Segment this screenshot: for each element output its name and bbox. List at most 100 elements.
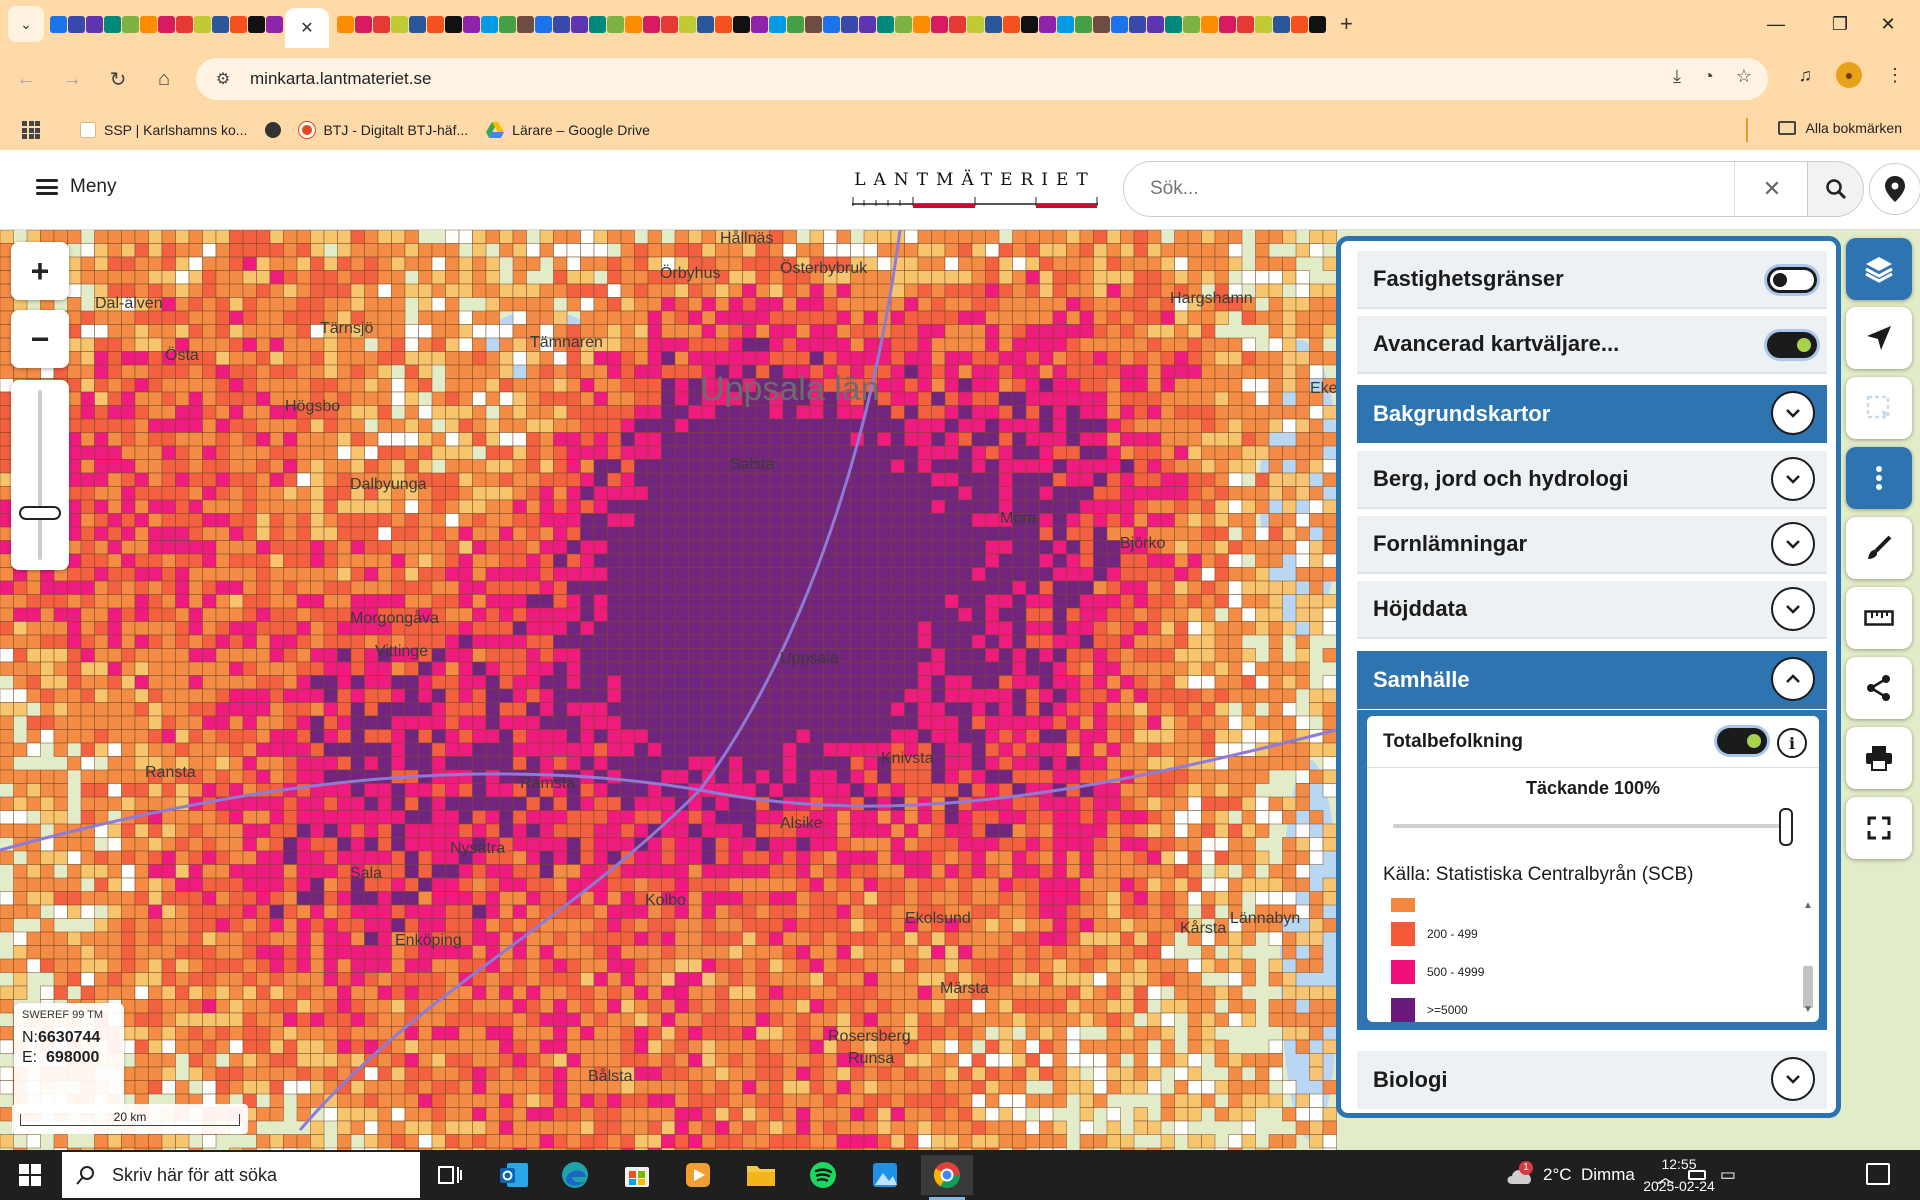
tab-favicon-icon[interactable] [1165, 15, 1182, 33]
tab-search-button[interactable]: ⌄ [8, 6, 44, 42]
tab-favicon-icon[interactable] [481, 15, 498, 33]
tab-favicon-icon[interactable] [427, 15, 444, 33]
tab-favicon-icon[interactable] [769, 15, 786, 33]
tab-favicon-icon[interactable] [212, 15, 229, 33]
tab-favicon-icon[interactable] [679, 15, 696, 33]
tab-favicon-icon[interactable] [1039, 15, 1056, 33]
tab-favicon-icon[interactable] [391, 15, 408, 33]
tab-favicon-icon[interactable] [535, 15, 552, 33]
tab-favicon-icon[interactable] [337, 15, 354, 33]
forward-button[interactable]: → [52, 59, 92, 99]
tab-favicon-icon[interactable] [194, 15, 211, 33]
tab-favicon-icon[interactable] [373, 15, 390, 33]
tab-favicon-icon[interactable] [967, 15, 984, 33]
install-app-icon[interactable]: ⤓ [1673, 66, 1681, 87]
tab-favicon-icon[interactable] [931, 15, 948, 33]
tab-favicon-icon[interactable] [589, 15, 606, 33]
media-controls-icon[interactable]: ♫ [1799, 65, 1813, 86]
tab-favicon-icon[interactable] [1291, 15, 1308, 33]
tab-favicon-icon[interactable] [877, 15, 894, 33]
profile-avatar[interactable]: ● [1836, 62, 1862, 88]
back-button[interactable]: ← [6, 59, 46, 99]
performance-icon[interactable]: ◔ [1703, 66, 1714, 87]
tab-favicon-icon[interactable] [1237, 15, 1254, 33]
tab-favicon-icon[interactable] [895, 15, 912, 33]
tab-favicon-icon[interactable] [1129, 15, 1146, 33]
bookmark-star-icon[interactable]: ☆ [1736, 66, 1752, 87]
tab-favicon-icon[interactable] [1075, 15, 1092, 33]
bookmark-ssp[interactable]: SSP | Karlshamns ko... [80, 122, 247, 138]
new-tab-button[interactable]: + [1340, 11, 1353, 37]
tab-favicon-icon[interactable] [445, 15, 462, 33]
tab-favicon-icon[interactable] [86, 15, 103, 33]
tab-favicon-icon[interactable] [1255, 15, 1272, 33]
tab-favicon-icon[interactable] [841, 15, 858, 33]
tab-favicon-icon[interactable] [571, 15, 588, 33]
tab-favicon-icon[interactable] [1111, 15, 1128, 33]
tab-favicon-icon[interactable] [230, 15, 247, 33]
all-bookmarks-button[interactable]: Alla bokmärken [1777, 120, 1902, 136]
tab-favicon-icon[interactable] [122, 15, 139, 33]
close-window-button[interactable]: ✕ [1856, 0, 1920, 48]
location-button[interactable] [1869, 163, 1920, 215]
tab-favicon-icon[interactable] [823, 15, 840, 33]
bookmark-drive[interactable]: Lärare – Google Drive [486, 122, 650, 138]
tab-favicon-icon[interactable] [248, 15, 265, 33]
population-grid-cell [553, 729, 568, 744]
tab-favicon-icon[interactable] [266, 15, 283, 33]
tab-favicon-icon[interactable] [1183, 15, 1200, 33]
browser-menu-icon[interactable]: ⋮ [1886, 65, 1904, 86]
tab-favicon-icon[interactable] [50, 15, 67, 33]
address-bar[interactable]: ⚙ minkarta.lantmateriet.se ⤓ ◔ ☆ [196, 58, 1768, 100]
apps-grid-icon[interactable] [22, 121, 40, 139]
close-tab-icon[interactable]: ✕ [300, 18, 313, 38]
tab-favicon-icon[interactable] [805, 15, 822, 33]
tab-favicon-icon[interactable] [733, 15, 750, 33]
tab-favicon-icon[interactable] [1219, 15, 1236, 33]
tab-favicon-icon[interactable] [949, 15, 966, 33]
tab-favicon-icon[interactable] [1057, 15, 1074, 33]
bookmark-btj[interactable]: BTJ - Digitalt BTJ-häf... [299, 122, 468, 138]
tab-favicon-icon[interactable] [661, 15, 678, 33]
tab-favicon-icon[interactable] [553, 15, 570, 33]
address-url[interactable]: minkarta.lantmateriet.se [250, 69, 431, 89]
tab-favicon-icon[interactable] [499, 15, 516, 33]
tab-favicon-icon[interactable] [409, 15, 426, 33]
tab-favicon-icon[interactable] [1201, 15, 1218, 33]
tab-favicon-icon[interactable] [607, 15, 624, 33]
tab-favicon-icon[interactable] [1021, 15, 1038, 33]
reload-button[interactable]: ↻ [98, 59, 138, 99]
menu-button[interactable]: Meny [36, 176, 116, 198]
tab-favicon-icon[interactable] [715, 15, 732, 33]
tab-favicon-icon[interactable] [463, 15, 480, 33]
tab-favicon-icon[interactable] [1003, 15, 1020, 33]
tab-favicon-icon[interactable] [787, 15, 804, 33]
site-info-icon[interactable]: ⚙ [208, 69, 238, 89]
tab-favicon-icon[interactable] [697, 15, 714, 33]
tab-favicon-icon[interactable] [140, 15, 157, 33]
tab-favicon-icon[interactable] [913, 15, 930, 33]
search-button[interactable] [1808, 161, 1864, 217]
tab-favicon-icon[interactable] [985, 15, 1002, 33]
tab-favicon-icon[interactable] [355, 15, 372, 33]
tab-favicon-icon[interactable] [68, 15, 85, 33]
tab-favicon-icon[interactable] [859, 15, 876, 33]
tab-favicon-icon[interactable] [517, 15, 534, 33]
tab-favicon-icon[interactable] [751, 15, 768, 33]
clear-search-icon[interactable]: ✕ [1734, 162, 1809, 216]
tab-favicon-icon[interactable] [1147, 15, 1164, 33]
tab-favicon-icon[interactable] [625, 15, 642, 33]
search-input[interactable] [1150, 178, 1610, 200]
active-tab[interactable]: ✕ [285, 8, 329, 48]
tab-favicon-icon[interactable] [1273, 15, 1290, 33]
tab-favicon-icon[interactable] [1093, 15, 1110, 33]
minimize-button[interactable]: — [1744, 0, 1808, 48]
bookmark-globe[interactable] [265, 122, 282, 138]
tab-favicon-icon[interactable] [1309, 15, 1326, 33]
tab-favicon-icon[interactable] [104, 15, 121, 33]
home-button[interactable]: ⌂ [144, 59, 184, 99]
tab-favicon-icon[interactable] [176, 15, 193, 33]
tab-favicon-icon[interactable] [158, 15, 175, 33]
tab-favicon-icon[interactable] [643, 15, 660, 33]
lantmateriet-logo[interactable]: LANTMÄTERIET [852, 170, 1098, 210]
